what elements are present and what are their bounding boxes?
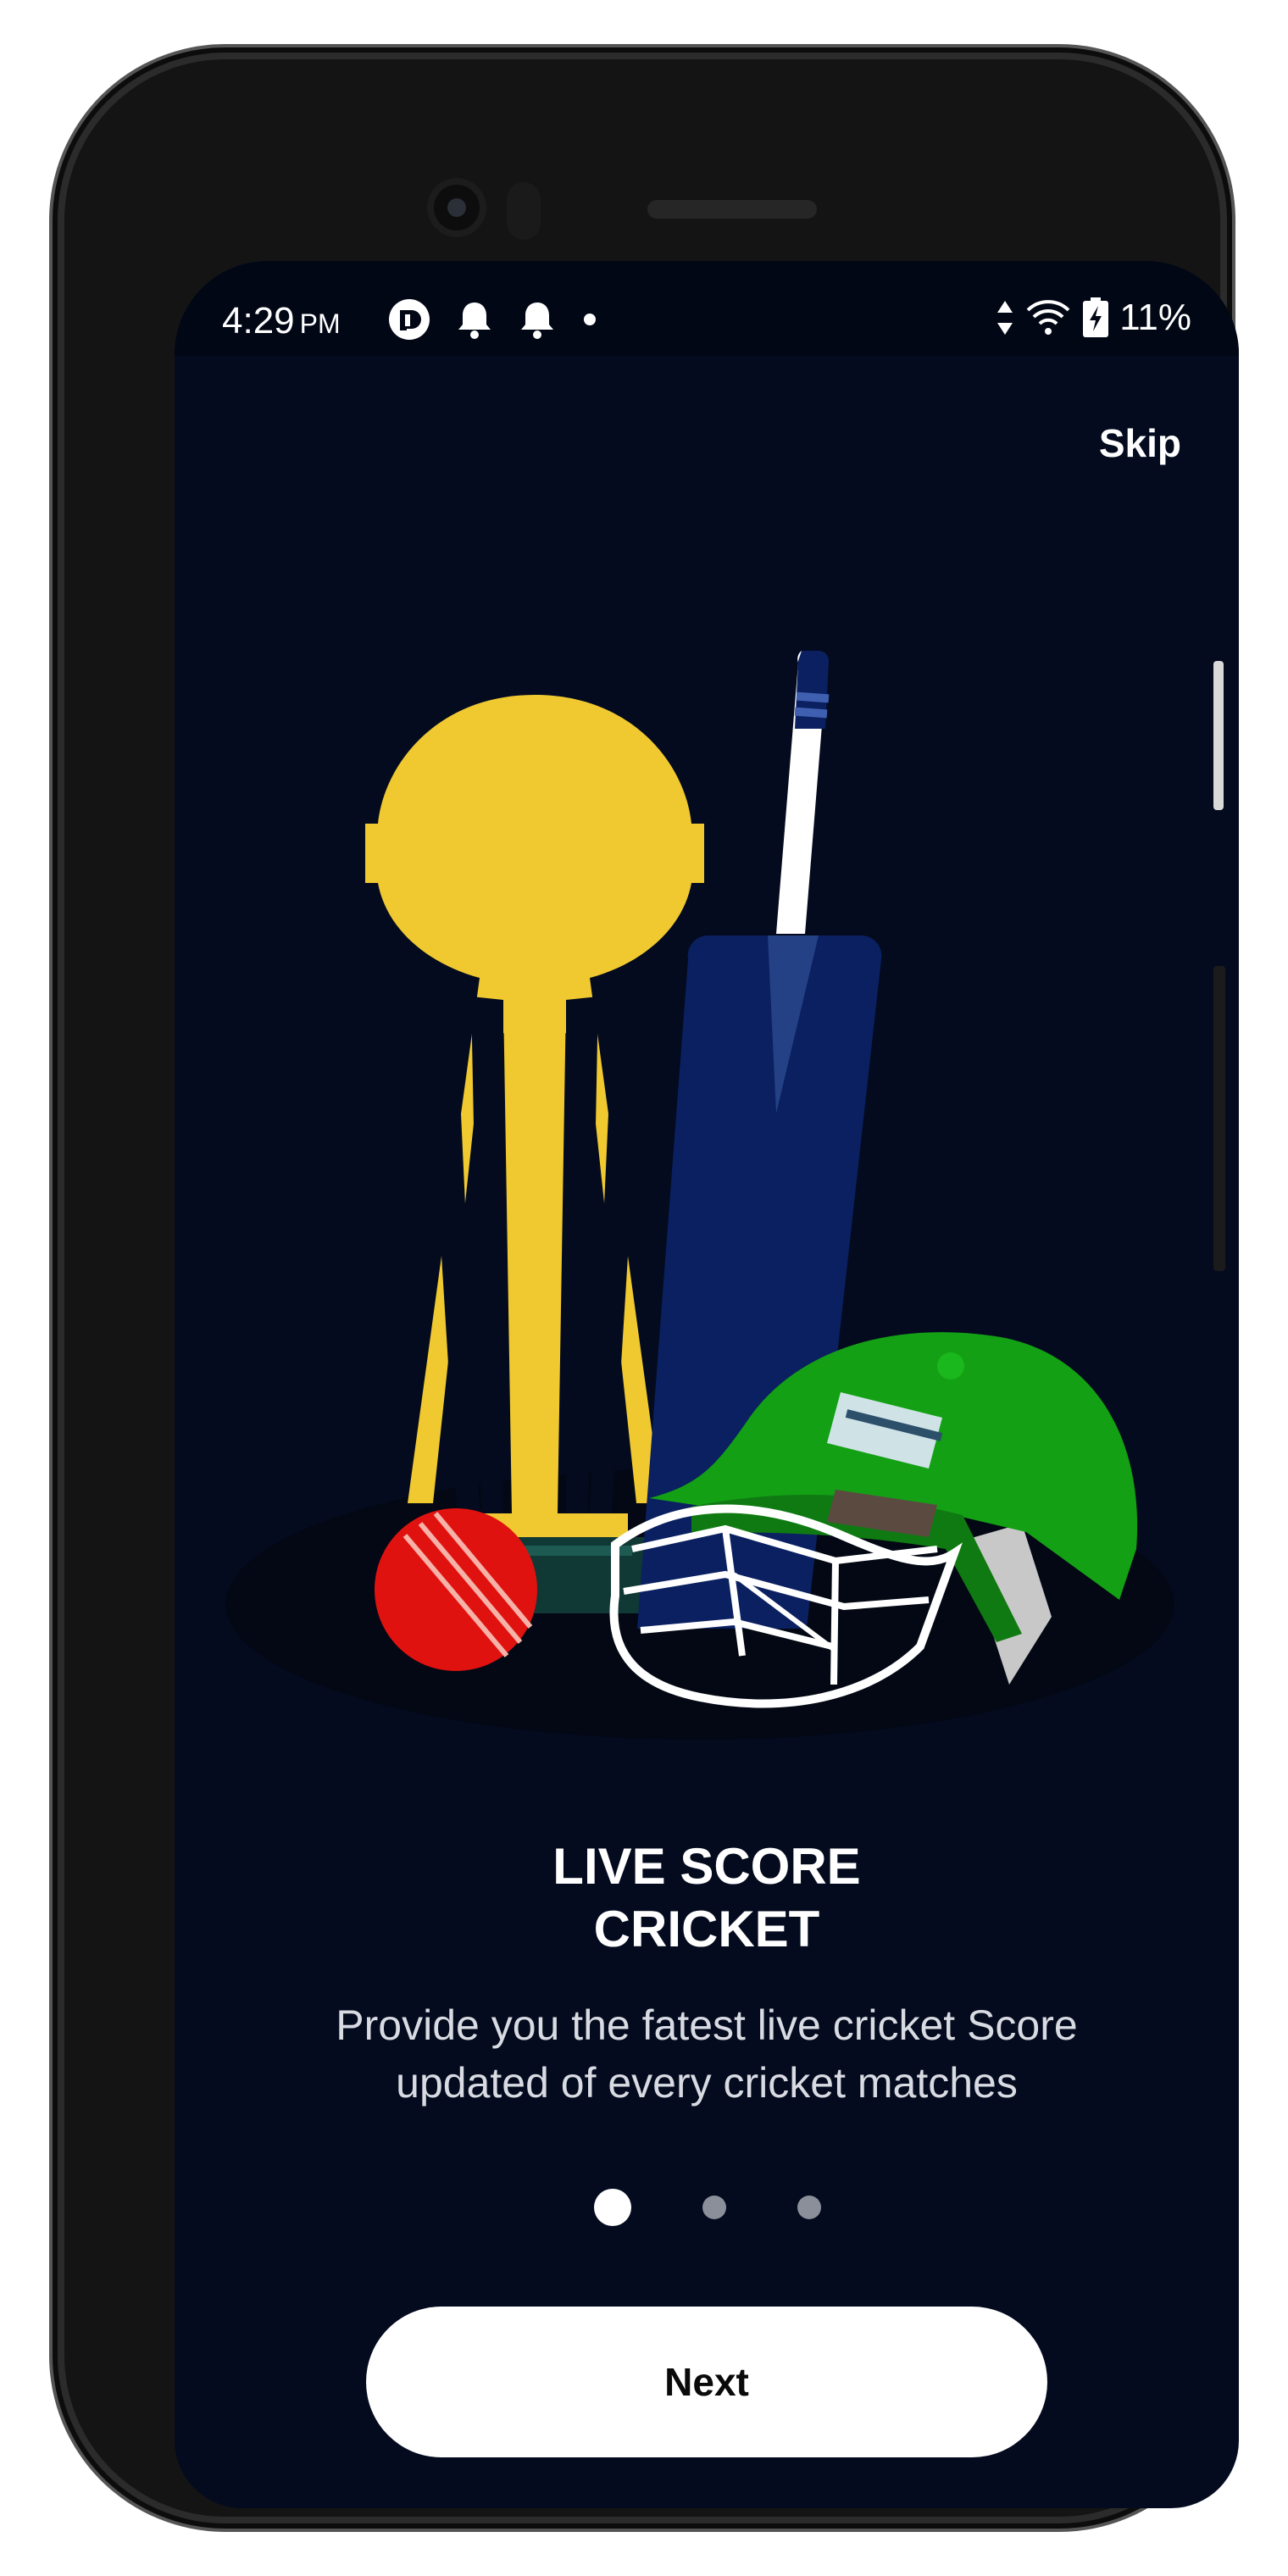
pocket-casts-icon — [389, 299, 430, 340]
power-button[interactable] — [1213, 966, 1225, 1271]
onboarding-description: Provide you the fatest live cricket Scor… — [336, 2001, 1078, 2107]
bell-icon — [521, 303, 553, 339]
battery-percent: 11% — [1119, 297, 1191, 338]
battery-charging-icon — [1083, 297, 1109, 337]
cricket-ball-icon — [375, 1508, 537, 1671]
status-system-icons: 11% — [996, 297, 1191, 339]
dot-icon — [584, 314, 596, 325]
front-camera — [427, 178, 486, 237]
status-time: 4:29 PM — [222, 300, 341, 342]
wifi-icon — [1026, 300, 1070, 335]
page-dot-2[interactable] — [702, 2196, 726, 2219]
page-dot-3[interactable] — [797, 2196, 821, 2219]
data-arrows-icon — [997, 301, 1013, 335]
earpiece-speaker — [647, 200, 817, 219]
cricket-illustration — [225, 650, 1174, 1740]
next-button[interactable]: Next — [366, 2307, 1047, 2457]
status-time-ampm: PM — [299, 308, 341, 339]
onboarding-title: LIVE SCORE CRICKET — [552, 1838, 861, 1957]
side-button-top[interactable] — [1213, 661, 1224, 810]
status-time-value: 4:29 — [222, 300, 295, 341]
phone-frame: 4:29 PM 11% Skip LIVE SCORE CRICKET Prov… — [64, 59, 1239, 2517]
bell-icon — [458, 303, 491, 339]
page-dot-1[interactable] — [594, 2189, 631, 2226]
proximity-sensor — [507, 182, 541, 240]
page-indicator — [175, 2186, 1239, 2229]
app-screen: 4:29 PM 11% Skip LIVE SCORE CRICKET Prov… — [175, 261, 1239, 2508]
skip-button[interactable]: Skip — [1099, 420, 1181, 466]
status-notification-icons — [388, 298, 598, 341]
status-bar: 4:29 PM 11% — [175, 261, 1239, 356]
